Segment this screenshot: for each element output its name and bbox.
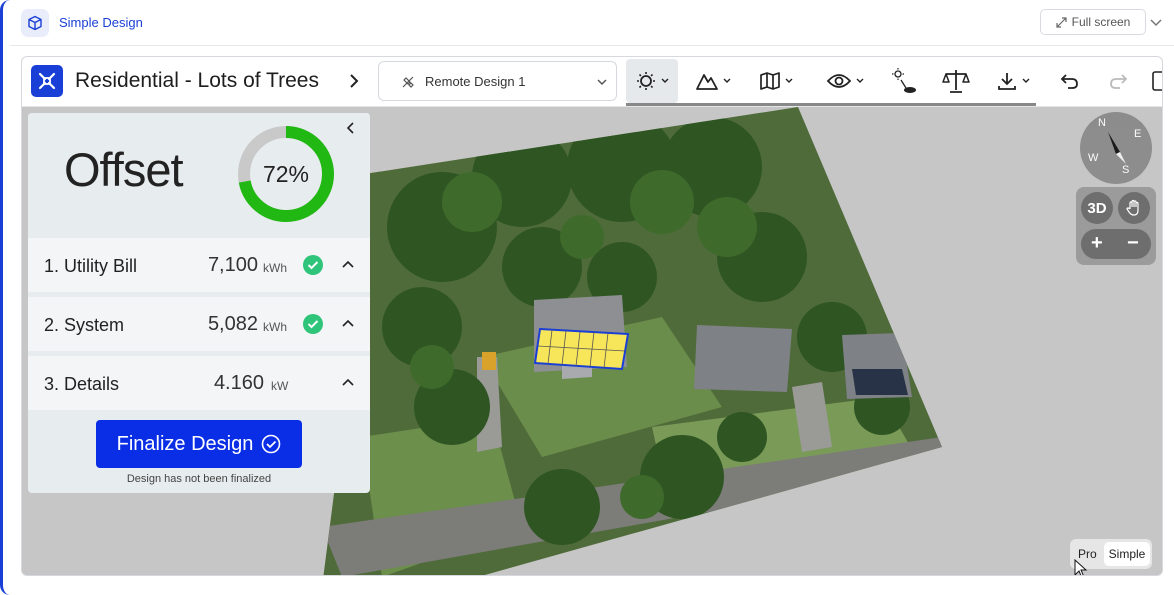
sidebar-icon	[1152, 71, 1162, 91]
check-circle-outline-icon	[262, 434, 281, 454]
chevron-right-icon[interactable]	[346, 73, 362, 89]
download-icon	[997, 73, 1016, 90]
chevron-up-icon[interactable]	[341, 376, 355, 390]
solar-array	[533, 327, 630, 371]
toggle-3d-button[interactable]: 3D	[1081, 192, 1113, 224]
eye-icon	[826, 74, 851, 88]
compass[interactable]: N E S W	[1080, 112, 1152, 184]
details-row[interactable]: 3. Details 4.160 kW	[28, 356, 370, 410]
chevron-left-icon[interactable]	[344, 121, 358, 135]
chevron-down-icon	[856, 78, 863, 83]
finalize-status-note: Design has not been finalized	[126, 473, 272, 485]
design-app: Residential - Lots of Trees Remote Desig…	[21, 56, 1163, 576]
app-logo[interactable]	[31, 65, 63, 97]
undo-button[interactable]	[1052, 59, 1088, 103]
app-title: Simple Design	[59, 15, 143, 30]
fullscreen-button[interactable]: Full screen	[1040, 9, 1146, 35]
design-select-value: Remote Design 1	[425, 74, 526, 89]
utility-bill-row[interactable]: 1. Utility Bill 7,100 kWh	[28, 238, 370, 292]
cube-icon	[21, 9, 49, 37]
row-unit: kWh	[263, 261, 287, 275]
fullscreen-label: Full screen	[1071, 15, 1131, 29]
chevron-down-icon	[785, 78, 792, 83]
map-tool[interactable]	[750, 59, 802, 103]
sun-shade-icon	[636, 72, 655, 90]
design-select[interactable]: Remote Design 1	[378, 61, 617, 101]
row-name: 1. Utility Bill	[44, 256, 138, 276]
toolbar-scroll-indicator	[626, 103, 1036, 106]
offset-summary: Offset 72%	[28, 113, 370, 233]
compare-tool[interactable]	[936, 59, 976, 103]
tree-shade-icon	[892, 68, 916, 93]
redo-icon	[1110, 74, 1128, 89]
panel-toggle-button[interactable]	[1150, 59, 1162, 103]
app-frame: Simple Design Full screen Residential - …	[0, 0, 1174, 595]
offset-title: Offset	[64, 143, 184, 196]
map-icon	[759, 72, 780, 90]
expand-icon	[1056, 16, 1067, 28]
project-title[interactable]: Residential - Lots of Trees	[75, 69, 319, 93]
chevron-down-icon	[1022, 78, 1029, 83]
mouse-cursor-icon	[1074, 559, 1088, 575]
compass-needle-icon	[1108, 132, 1126, 164]
left-accent-bar	[0, 0, 10, 595]
scale-icon	[942, 70, 970, 93]
row-value: 5,082	[207, 313, 258, 335]
finalize-design-button[interactable]: Finalize Design	[96, 420, 302, 468]
satellite-icon	[402, 76, 414, 88]
redo-button[interactable]	[1100, 59, 1136, 103]
top-header: Simple Design Full screen	[10, 0, 1174, 46]
chevron-up-icon[interactable]	[341, 258, 355, 272]
row-value: 4.160	[213, 372, 264, 394]
chevron-down-icon[interactable]	[1148, 14, 1164, 30]
undo-icon	[1060, 74, 1078, 89]
offset-donut: 72%	[236, 124, 336, 229]
row-unit: kWh	[263, 320, 287, 334]
finalize-label: Finalize Design	[116, 432, 254, 455]
tree-shade-tool[interactable]	[882, 59, 924, 103]
terrain-tool[interactable]	[687, 59, 739, 103]
view-controls: 3D + −	[1076, 187, 1156, 265]
pan-button[interactable]	[1118, 192, 1150, 224]
main-toolbar: Residential - Lots of Trees Remote Desig…	[22, 57, 1162, 107]
zoom-in-button[interactable]: +	[1091, 232, 1103, 255]
check-circle-icon	[303, 255, 323, 275]
download-tool[interactable]	[988, 59, 1038, 103]
chevron-down-icon	[661, 78, 668, 83]
check-circle-icon	[303, 314, 323, 334]
chevron-up-icon[interactable]	[341, 317, 355, 331]
mode-simple-button[interactable]: Simple	[1104, 542, 1150, 566]
row-name: 2. System	[44, 315, 125, 335]
row-name: 3. Details	[44, 374, 120, 394]
chevron-down-icon	[723, 78, 730, 83]
row-value: 7,100	[207, 254, 258, 276]
hand-icon	[1126, 199, 1139, 216]
sun-shade-tool[interactable]	[626, 59, 678, 103]
zoom-out-button[interactable]: −	[1127, 232, 1139, 255]
system-row[interactable]: 2. System 5,082 kWh	[28, 297, 370, 351]
logo-icon	[38, 72, 56, 90]
visibility-tool[interactable]	[817, 59, 873, 103]
chevron-down-icon	[597, 79, 607, 86]
terrain-icon	[695, 74, 718, 90]
zoom-controls: + −	[1081, 229, 1151, 259]
row-unit: kW	[271, 379, 289, 393]
offset-panel: Offset 72% 1. Utility Bill 7,100 kWh 2. …	[28, 113, 370, 493]
offset-percent: 72%	[263, 161, 309, 187]
